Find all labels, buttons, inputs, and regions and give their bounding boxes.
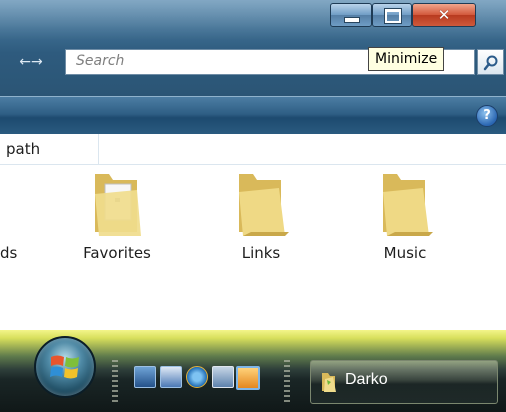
switch-windows-icon[interactable]: [160, 366, 182, 388]
quick-launch-grip[interactable]: [112, 360, 118, 404]
minimize-button[interactable]: [330, 3, 372, 27]
refresh-arrows-button[interactable]: ←→: [6, 50, 56, 74]
network-icon[interactable]: [212, 366, 234, 388]
search-button[interactable]: [477, 49, 504, 75]
folder-icon: [322, 373, 336, 392]
folder-label: Favorites: [83, 244, 151, 262]
folder-label: Music: [383, 244, 427, 262]
folder-icon: [239, 174, 289, 236]
media-player-icon[interactable]: [236, 366, 260, 390]
maximize-icon: [384, 8, 402, 24]
column-divider[interactable]: [98, 134, 99, 164]
close-button[interactable]: ✕: [412, 3, 476, 27]
windows-logo-icon: [50, 355, 79, 379]
folder-music[interactable]: Music: [350, 170, 460, 270]
close-icon: ✕: [437, 6, 451, 24]
desktop-icon[interactable]: [134, 366, 156, 388]
partial-folder-label[interactable]: ds: [0, 244, 17, 262]
task-button-darko[interactable]: Darko: [310, 360, 498, 404]
caption-buttons: ✕: [330, 0, 506, 34]
minimize-icon: [344, 17, 360, 23]
minimize-tooltip: Minimize: [368, 47, 445, 71]
taskbar-grip[interactable]: [284, 360, 290, 404]
maximize-button[interactable]: [372, 3, 412, 27]
folder-icon: [383, 174, 433, 236]
search-icon: [483, 55, 498, 71]
column-header-row: path: [0, 134, 506, 165]
start-button[interactable]: [34, 336, 96, 398]
column-header-path[interactable]: path: [6, 140, 40, 158]
command-bar: ?: [0, 96, 506, 135]
folder-links[interactable]: Links: [206, 170, 316, 270]
help-icon[interactable]: ?: [476, 105, 498, 127]
explorer-window: ✕ ←→ Search Minimize ? path ds Favorites: [0, 0, 506, 278]
folder-favorites-icon: [95, 174, 141, 236]
taskbar: Darko: [0, 330, 506, 412]
internet-explorer-icon[interactable]: [186, 366, 208, 388]
search-placeholder: Search: [76, 53, 125, 69]
folder-favorites[interactable]: Favorites: [62, 170, 172, 270]
task-button-label: Darko: [345, 371, 388, 388]
folder-label: Links: [241, 244, 281, 262]
